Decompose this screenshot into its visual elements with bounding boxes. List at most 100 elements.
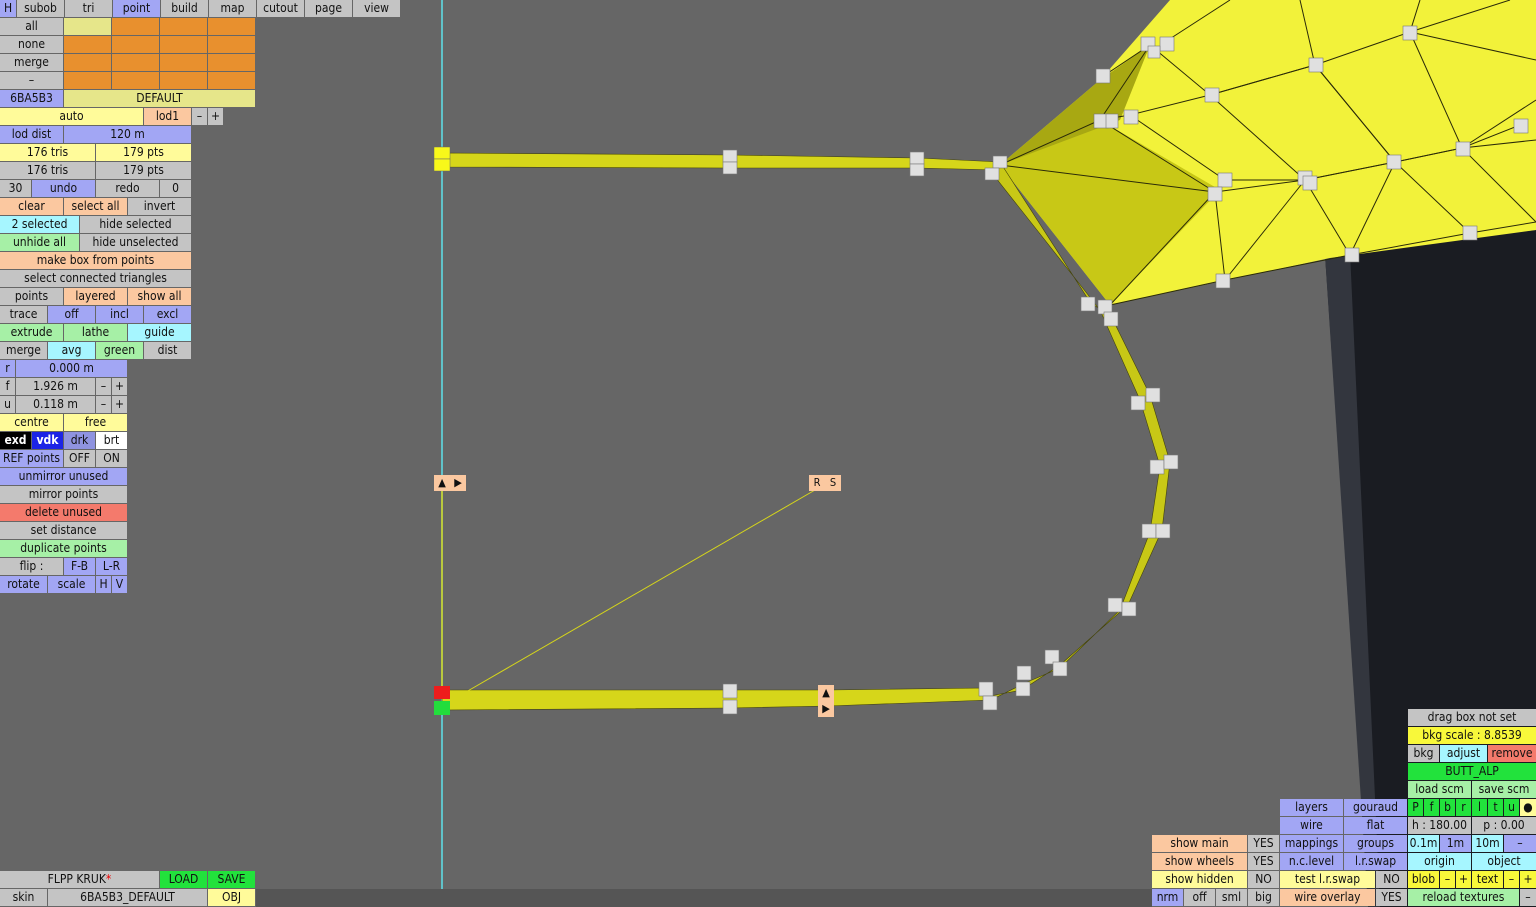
blob-plus-button[interactable]: +	[1456, 871, 1471, 888]
move-right-icon-2[interactable]: ▶	[818, 701, 834, 717]
move-right-icon[interactable]: ▶	[450, 475, 466, 491]
f-minus-button[interactable]: –	[96, 378, 111, 395]
show-all-button[interactable]: show all	[128, 288, 191, 305]
show-wheels-button[interactable]: show wheels	[1152, 853, 1247, 870]
test-lr-swap-button[interactable]: test l.r.swap	[1280, 871, 1375, 888]
swatch[interactable]	[112, 72, 159, 89]
save-button[interactable]: SAVE	[208, 871, 255, 888]
bkg-scale[interactable]: bkg scale : 8.8539	[1408, 727, 1536, 744]
scale-button[interactable]: scale	[48, 576, 95, 593]
swatch[interactable]	[208, 18, 255, 35]
swatch[interactable]	[160, 36, 207, 53]
flip-lr-button[interactable]: L-R	[96, 558, 127, 575]
origin-button[interactable]: origin	[1408, 853, 1471, 870]
swatch[interactable]	[208, 36, 255, 53]
swatch[interactable]	[64, 72, 111, 89]
lod-minus-button[interactable]: –	[192, 108, 207, 125]
hide-unselected-button[interactable]: hide unselected	[80, 234, 191, 251]
rotate-marker[interactable]: R	[809, 475, 825, 491]
swatch[interactable]	[112, 18, 159, 35]
r-value[interactable]: 0.000 m	[16, 360, 127, 377]
step-01m-button[interactable]: 0.1m	[1408, 835, 1439, 852]
flag-b-button[interactable]: b	[1440, 799, 1455, 816]
swatch[interactable]	[160, 18, 207, 35]
show-wheels-value[interactable]: YES	[1248, 853, 1279, 870]
step-minus-button[interactable]: –	[1504, 835, 1536, 852]
set-distance-button[interactable]: set distance	[0, 522, 127, 539]
object-button[interactable]: object	[1472, 853, 1536, 870]
avg-button[interactable]: avg	[48, 342, 95, 359]
hide-selected-button[interactable]: hide selected	[80, 216, 191, 233]
bkg-name[interactable]: BUTT_ALP	[1408, 763, 1536, 780]
step-1m-button[interactable]: 1m	[1440, 835, 1471, 852]
u-value[interactable]: 0.118 m	[16, 396, 95, 413]
tab-subob[interactable]: subob	[17, 0, 64, 17]
test-lr-swap-value[interactable]: NO	[1376, 871, 1407, 888]
flip-fb-button[interactable]: F-B	[64, 558, 95, 575]
dash-row[interactable]: –	[0, 72, 63, 89]
show-hidden-value[interactable]: NO	[1248, 871, 1279, 888]
heading-value[interactable]: h : 180.00	[1408, 817, 1471, 834]
lod-dist-value[interactable]: 120 m	[64, 126, 191, 143]
ref-off-button[interactable]: OFF	[64, 450, 95, 467]
size-sml-button[interactable]: sml	[1216, 889, 1247, 906]
green-button[interactable]: green	[96, 342, 143, 359]
swatch[interactable]	[112, 54, 159, 71]
viewport-3d[interactable]	[0, 0, 1536, 907]
swatch[interactable]	[160, 72, 207, 89]
handle-yellow-bottom[interactable]	[433, 158, 451, 172]
tab-map[interactable]: map	[209, 0, 256, 17]
swatch[interactable]	[112, 36, 159, 53]
guide-button[interactable]: guide	[128, 324, 191, 341]
trace-off-button[interactable]: off	[48, 306, 95, 323]
swatch[interactable]	[160, 54, 207, 71]
vdk-button[interactable]: vdk	[32, 432, 63, 449]
u-minus-button[interactable]: –	[96, 396, 111, 413]
obj-button[interactable]: OBJ	[208, 889, 255, 906]
brt-button[interactable]: brt	[96, 432, 127, 449]
gouraud-button[interactable]: gouraud	[1344, 799, 1407, 816]
rotate-button[interactable]: rotate	[0, 576, 47, 593]
select-connected-button[interactable]: select connected triangles	[0, 270, 191, 287]
show-hidden-button[interactable]: show hidden	[1152, 871, 1247, 888]
duplicate-points-button[interactable]: duplicate points	[0, 540, 127, 557]
layered-mode[interactable]: layered	[64, 288, 127, 305]
ref-on-button[interactable]: ON	[96, 450, 127, 467]
merge-row[interactable]: merge	[0, 54, 63, 71]
blob-button[interactable]: blob	[1408, 871, 1439, 888]
h-button[interactable]: H	[96, 576, 111, 593]
move-up-icon-2[interactable]: ▲	[818, 685, 834, 701]
flag-t-button[interactable]: t	[1488, 799, 1503, 816]
v-button[interactable]: V	[112, 576, 127, 593]
move-up-icon[interactable]: ▲	[434, 475, 450, 491]
text-minus-button[interactable]: –	[1504, 871, 1519, 888]
reload-textures-button[interactable]: reload textures	[1408, 889, 1519, 906]
swatch[interactable]	[64, 54, 111, 71]
free-button[interactable]: free	[64, 414, 127, 431]
pitch-value[interactable]: p : 0.00	[1472, 817, 1536, 834]
dist-button[interactable]: dist	[144, 342, 191, 359]
tab-h[interactable]: H	[0, 0, 16, 17]
drk-button[interactable]: drk	[64, 432, 95, 449]
lod-plus-button[interactable]: +	[208, 108, 223, 125]
nc-level-button[interactable]: n.c.level	[1280, 853, 1343, 870]
reload-minus-button[interactable]: –	[1520, 889, 1536, 906]
save-scm-button[interactable]: save scm	[1472, 781, 1536, 798]
handle-yellow-top[interactable]	[433, 146, 451, 160]
extrude-button[interactable]: extrude	[0, 324, 63, 341]
layers-button[interactable]: layers	[1280, 799, 1343, 816]
flag-p-button[interactable]: P	[1408, 799, 1423, 816]
remove-button[interactable]: remove	[1488, 745, 1536, 762]
wire-overlay-value[interactable]: YES	[1376, 889, 1407, 906]
invert-button[interactable]: invert	[128, 198, 191, 215]
points-mode[interactable]: points	[0, 288, 63, 305]
load-scm-button[interactable]: load scm	[1408, 781, 1471, 798]
unmirror-unused-button[interactable]: unmirror unused	[0, 468, 127, 485]
mappings-button[interactable]: mappings	[1280, 835, 1343, 852]
centre-button[interactable]: centre	[0, 414, 63, 431]
groups-button[interactable]: groups	[1344, 835, 1407, 852]
dot-icon[interactable]: ●	[1520, 799, 1536, 816]
text-plus-button[interactable]: +	[1520, 871, 1536, 888]
adjust-button[interactable]: adjust	[1440, 745, 1487, 762]
clear-button[interactable]: clear	[0, 198, 63, 215]
